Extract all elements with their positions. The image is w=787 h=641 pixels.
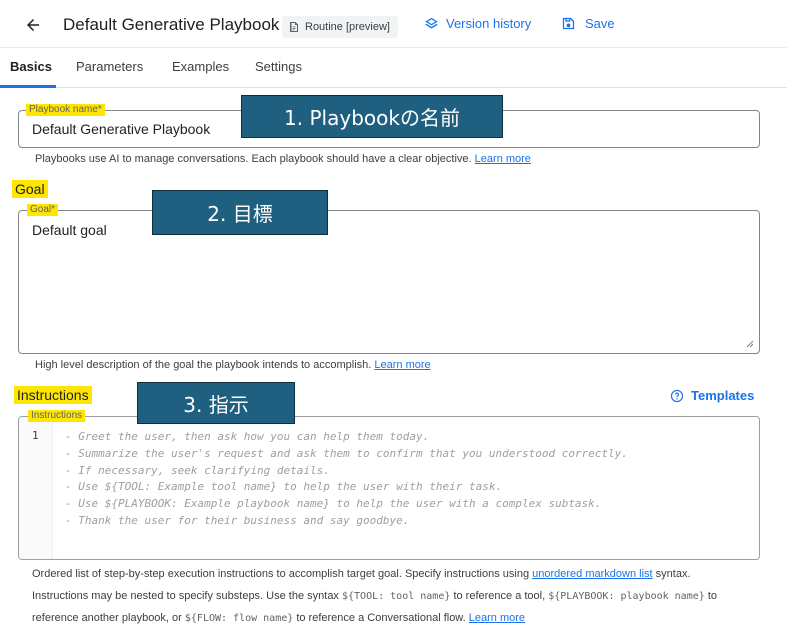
arrow-left-icon xyxy=(27,19,39,31)
version-history-label: Version history xyxy=(446,16,532,31)
playbook-name-label: Playbook name* xyxy=(26,104,105,116)
resize-handle-icon[interactable] xyxy=(746,340,754,348)
routine-chip[interactable]: Routine [preview] xyxy=(282,16,398,38)
back-button[interactable] xyxy=(20,12,46,38)
routine-chip-label: Routine [preview] xyxy=(305,21,390,33)
instructions-label: Instructions xyxy=(28,410,86,422)
markdown-list-link[interactable]: unordered markdown list xyxy=(532,568,652,580)
instructions-editor[interactable]: 1 - Greet the user, then ask how you can… xyxy=(18,416,760,560)
placeholder-line: - Use ${PLAYBOOK: Example playbook name}… xyxy=(65,497,602,511)
playbook-syntax-code: ${PLAYBOOK: playbook name} xyxy=(548,591,705,602)
templates-button[interactable]: Templates xyxy=(670,388,754,403)
goal-value: Default goal xyxy=(32,222,107,238)
placeholder-line: - If necessary, seek clarifying details. xyxy=(65,463,330,477)
goal-helper: High level description of the goal the p… xyxy=(35,359,431,371)
layers-icon xyxy=(425,17,438,29)
tab-examples[interactable]: Examples xyxy=(172,59,229,74)
instructions-helper-line-2: Instructions may be nested to specify su… xyxy=(32,590,718,602)
playbook-name-learn-more-link[interactable]: Learn more xyxy=(475,153,531,165)
callout-instructions: 3. 指示 xyxy=(137,382,295,424)
tab-parameters[interactable]: Parameters xyxy=(76,59,143,74)
instructions-helper-line-3: reference another playbook, or ${FLOW: f… xyxy=(32,612,526,624)
goal-field[interactable]: Default goal xyxy=(18,210,760,354)
playbook-name-helper: Playbooks use AI to manage conversations… xyxy=(35,153,531,165)
placeholder-line: - Thank the user for their business and … xyxy=(65,513,410,527)
instructions-heading: Instructions xyxy=(14,386,92,404)
placeholder-line: - Summarize the user's request and ask t… xyxy=(65,446,628,460)
save-button[interactable]: Save xyxy=(561,16,615,31)
version-history-button[interactable]: Version history xyxy=(424,16,531,31)
playbook-name-value: Default Generative Playbook xyxy=(32,121,211,137)
tab-basics[interactable]: Basics xyxy=(10,59,52,74)
goal-learn-more-link[interactable]: Learn more xyxy=(374,359,430,371)
tab-bar: Basics Parameters Examples Settings xyxy=(0,48,787,88)
placeholder-line: - Use ${TOOL: Example tool name} to help… xyxy=(65,480,503,494)
page-title: Default Generative Playbook xyxy=(63,15,280,34)
document-icon xyxy=(290,22,298,32)
instructions-learn-more-link[interactable]: Learn more xyxy=(469,612,525,624)
active-tab-indicator xyxy=(0,85,56,88)
placeholder-line: - Greet the user, then ask how you can h… xyxy=(65,430,430,443)
help-circle-icon xyxy=(670,389,684,402)
tab-settings[interactable]: Settings xyxy=(255,59,302,74)
templates-label: Templates xyxy=(691,388,755,403)
top-bar: Default Generative Playbook Routine [pre… xyxy=(0,0,787,48)
goal-label: Goal* xyxy=(27,204,59,216)
instructions-placeholder: - Greet the user, then ask how you can h… xyxy=(65,429,628,530)
goal-heading: Goal xyxy=(12,180,48,198)
tool-syntax-code: ${TOOL: tool name} xyxy=(342,591,451,602)
callout-playbook-name: 1. Playbookの名前 xyxy=(241,95,503,138)
instructions-helper-line-1: Ordered list of step-by-step execution i… xyxy=(32,568,691,580)
save-icon xyxy=(562,17,575,30)
flow-syntax-code: ${FLOW: flow name} xyxy=(184,613,294,624)
line-number: 1 xyxy=(32,429,39,442)
callout-goal: 2. 目標 xyxy=(152,190,328,235)
line-number-gutter: 1 xyxy=(19,417,53,559)
save-label: Save xyxy=(585,16,615,31)
